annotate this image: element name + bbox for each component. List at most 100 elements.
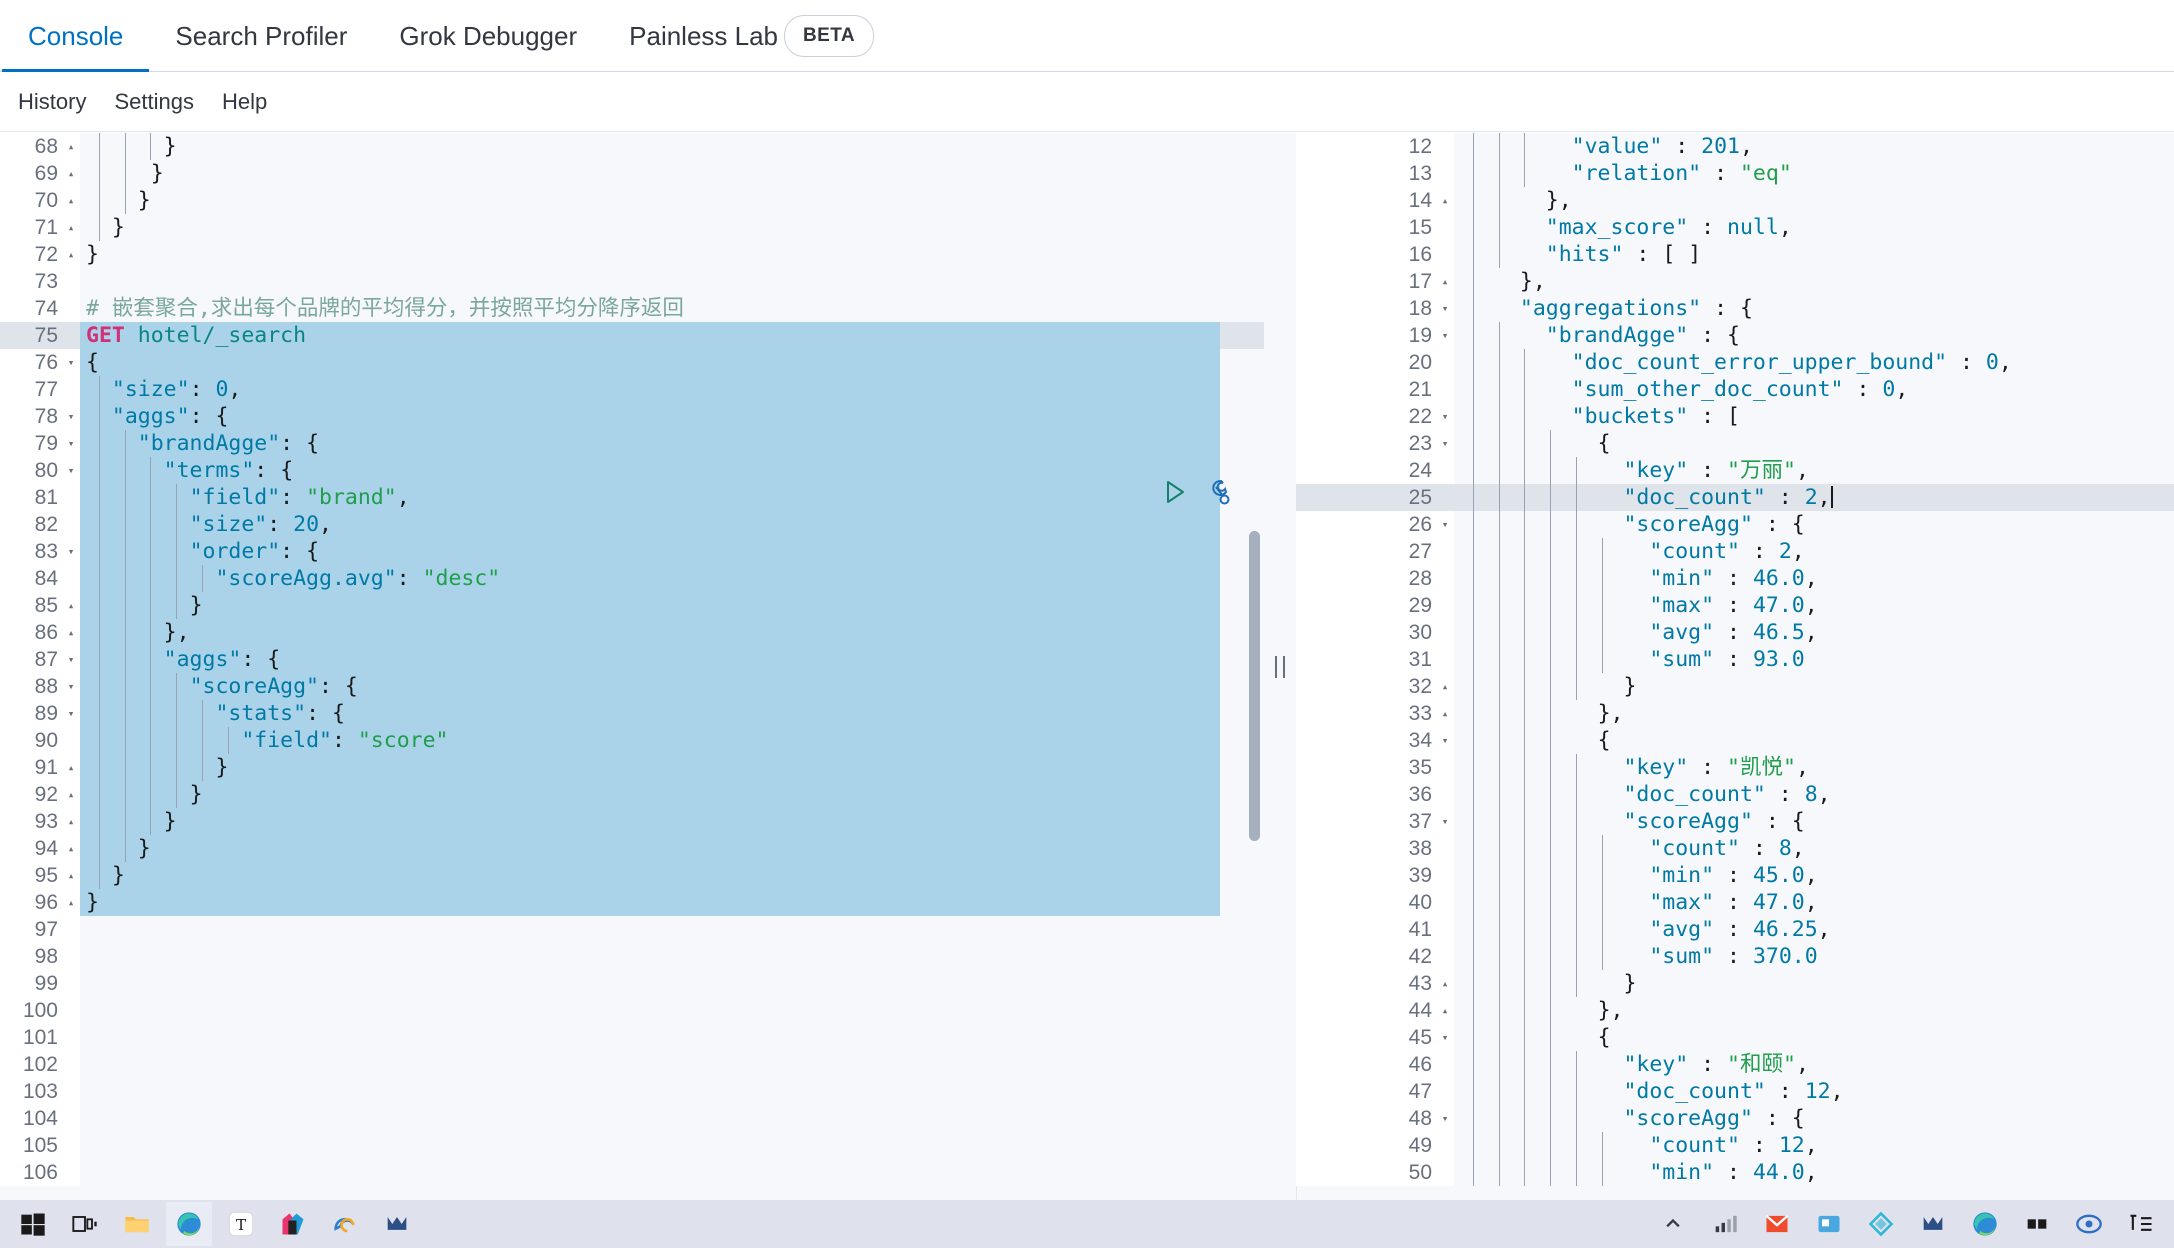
menu-item-help[interactable]: Help [208,72,281,132]
code-line[interactable]: 94 ▴ } [0,835,1264,862]
fold-toggle[interactable]: ▾ [1436,808,1454,835]
fold-toggle[interactable]: ▴ [62,214,80,241]
code-line[interactable]: 87 ▾ "aggs": { [0,646,1264,673]
fold-toggle[interactable]: ▴ [1436,268,1454,295]
code-line[interactable]: 69 ▴ } [0,160,1264,187]
fold-toggle[interactable]: ▴ [62,754,80,781]
code-line[interactable]: 13 "relation" : "eq" [1296,160,2174,187]
code-line[interactable]: 29 "max" : 47.0, [1296,592,2174,619]
tab-console[interactable]: Console [2,0,150,72]
fold-toggle[interactable]: ▴ [62,133,80,160]
fold-toggle[interactable]: ▾ [1436,1024,1454,1051]
tab-grok-debugger[interactable]: Grok Debugger [373,0,603,72]
code-line[interactable]: 21 "sum_other_doc_count" : 0, [1296,376,2174,403]
code-line[interactable]: 101 [0,1024,1264,1051]
code-line[interactable]: 40 "max" : 47.0, [1296,889,2174,916]
code-line[interactable]: 17 ▴ }, [1296,268,2174,295]
code-line[interactable]: 20 "doc_count_error_upper_bound" : 0, [1296,349,2174,376]
grid-icon[interactable] [2014,1202,2060,1246]
code-line[interactable]: 34 ▾ { [1296,727,2174,754]
code-line[interactable]: 103 [0,1078,1264,1105]
code-line[interactable]: 72 ▴} [0,241,1264,268]
code-line[interactable]: 77 "size": 0, [0,376,1264,403]
code-line[interactable]: 70 ▴ } [0,187,1264,214]
fold-toggle[interactable]: ▾ [62,646,80,673]
code-line[interactable]: 83 ▾ "order": { [0,538,1264,565]
code-line[interactable]: 26 ▾ "scoreAgg" : { [1296,511,2174,538]
code-line[interactable]: 85 ▴ } [0,592,1264,619]
code-line[interactable]: 102 [0,1051,1264,1078]
fold-toggle[interactable]: ▴ [1436,187,1454,214]
code-line[interactable]: 80 ▾ "terms": { [0,457,1264,484]
code-line[interactable]: 97 [0,916,1264,943]
code-line[interactable]: 42 "sum" : 370.0 [1296,943,2174,970]
edge-tray-icon[interactable] [1962,1202,2008,1246]
file-explorer-button[interactable] [114,1202,160,1246]
wechat-files-icon[interactable] [1806,1202,1852,1246]
response-editor-rows[interactable]: 12 "value" : 201, 13 "relation" : "eq" 14 ▴… [1296,133,2174,1186]
fold-toggle[interactable]: ▾ [1436,403,1454,430]
navicat-tray-icon[interactable] [1910,1202,1956,1246]
code-line[interactable]: 27 "count" : 2, [1296,538,2174,565]
tray-chevron-icon[interactable] [1650,1202,1696,1246]
response-pane[interactable]: 12 "value" : 201, 13 "relation" : "eq" 14 ▴… [1296,133,2174,1200]
fold-toggle[interactable]: ▾ [62,430,80,457]
code-line[interactable]: 47 "doc_count" : 12, [1296,1078,2174,1105]
code-line[interactable]: 104 [0,1105,1264,1132]
code-line[interactable]: 89 ▾ "stats": { [0,700,1264,727]
fold-toggle[interactable]: ▴ [62,619,80,646]
code-line[interactable]: 93 ▴ } [0,808,1264,835]
code-line[interactable]: 92 ▴ } [0,781,1264,808]
fold-toggle[interactable]: ▴ [1436,970,1454,997]
code-line[interactable]: 43 ▴ } [1296,970,2174,997]
tab-search-profiler[interactable]: Search Profiler [149,0,373,72]
code-line[interactable]: 38 "count" : 8, [1296,835,2174,862]
fold-toggle[interactable]: ▴ [1436,673,1454,700]
code-line[interactable]: 78 ▾ "aggs": { [0,403,1264,430]
code-line[interactable]: 25 "doc_count" : 2, [1296,484,2174,511]
code-line[interactable]: 49 "count" : 12, [1296,1132,2174,1159]
start-button[interactable] [10,1202,56,1246]
code-line[interactable]: 76 ▾{ [0,349,1264,376]
code-line[interactable]: 41 "avg" : 46.25, [1296,916,2174,943]
code-line[interactable]: 73 [0,268,1264,295]
request-editor[interactable]: 68 ▴ } 69 ▴ } 70 ▴ } 71 ▴ } 72 ▴} 73 74 # 嵌套聚合,求出每个品… [0,133,1264,1200]
fold-toggle[interactable]: ▾ [1436,727,1454,754]
fold-toggle[interactable]: ▾ [62,700,80,727]
code-line[interactable]: 22 ▾ "buckets" : [ [1296,403,2174,430]
fold-toggle[interactable]: ▾ [1436,1105,1454,1132]
navicat-button[interactable] [374,1202,420,1246]
fold-toggle[interactable]: ▾ [1436,511,1454,538]
fold-toggle[interactable]: ▴ [62,808,80,835]
code-line[interactable]: 50 "min" : 44.0, [1296,1159,2174,1186]
fold-toggle[interactable]: ▴ [62,592,80,619]
code-line[interactable]: 71 ▴ } [0,214,1264,241]
code-line[interactable]: 45 ▾ { [1296,1024,2174,1051]
code-line[interactable]: 48 ▾ "scoreAgg" : { [1296,1105,2174,1132]
code-line[interactable]: 95 ▴ } [0,862,1264,889]
fold-toggle[interactable]: ▴ [62,241,80,268]
pane-splitter[interactable] [1264,133,1296,1200]
code-line[interactable]: 37 ▾ "scoreAgg" : { [1296,808,2174,835]
code-line[interactable]: 15 "max_score" : null, [1296,214,2174,241]
code-line[interactable]: 19 ▾ "brandAgge" : { [1296,322,2174,349]
code-line[interactable]: 84 "scoreAgg.avg": "desc" [0,565,1264,592]
code-line[interactable]: 86 ▴ }, [0,619,1264,646]
fold-toggle[interactable]: ▴ [1436,997,1454,1024]
code-line[interactable]: 14 ▴ }, [1296,187,2174,214]
code-line[interactable]: 31 "sum" : 93.0 [1296,646,2174,673]
fold-toggle[interactable]: ▾ [62,457,80,484]
task-view-button[interactable] [62,1202,108,1246]
xmind-icon[interactable] [1858,1202,1904,1246]
fold-toggle[interactable]: ▴ [62,160,80,187]
code-line[interactable]: 99 [0,970,1264,997]
fold-toggle[interactable]: ▾ [1436,322,1454,349]
code-line[interactable]: 23 ▾ { [1296,430,2174,457]
fold-toggle[interactable]: ▾ [62,403,80,430]
fold-toggle[interactable]: ▾ [62,349,80,376]
edge-browser-button[interactable] [166,1202,212,1246]
menu-item-history[interactable]: History [4,72,100,132]
fold-toggle[interactable]: ▴ [62,781,80,808]
fold-toggle[interactable]: ▾ [1436,295,1454,322]
code-line[interactable]: 91 ▴ } [0,754,1264,781]
